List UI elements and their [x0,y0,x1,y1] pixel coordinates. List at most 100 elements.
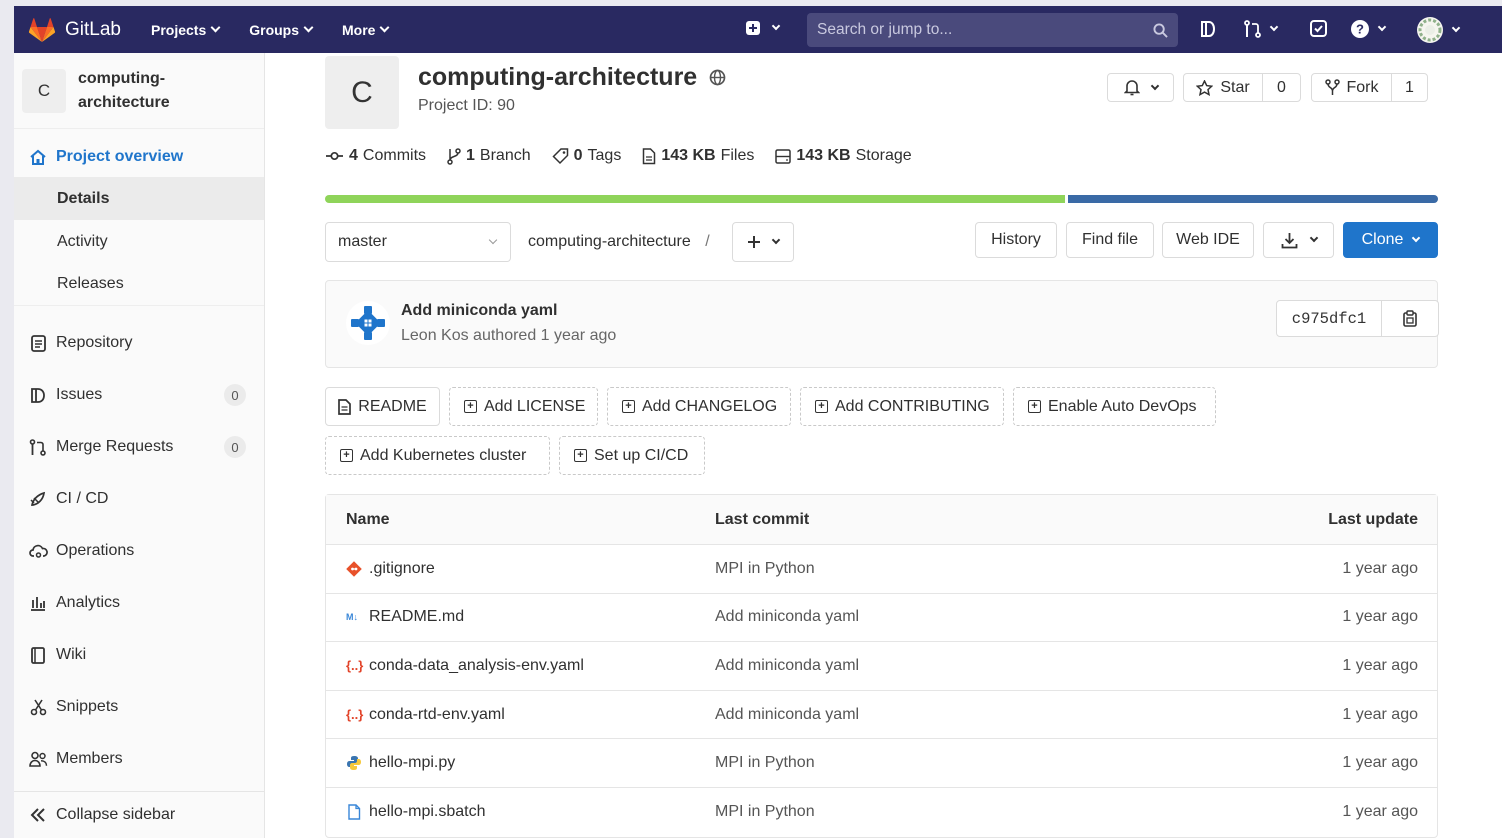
sidebar-project-header[interactable]: C computing- architecture [14,53,264,129]
add-license-label: Add LICENSE [484,397,586,415]
table-row[interactable]: .gitignore MPI in Python 1 year ago [326,545,1437,594]
todos-nav-button[interactable] [1310,20,1327,37]
download-dropdown[interactable] [1263,222,1334,258]
copy-clipboard-icon [1403,310,1417,327]
setup-ci-cd-button[interactable]: + Set up CI/CD [559,436,705,475]
more-menu-label: More [342,21,376,38]
file-last-commit[interactable]: Add miniconda yaml [696,706,1196,724]
file-name[interactable]: README.md [369,608,464,626]
add-to-tree-dropdown[interactable] [732,222,794,262]
sidebar-item-snippets[interactable]: Snippets [14,687,264,727]
sidebar-subitem-details[interactable]: Details [14,177,264,220]
language-segment-2[interactable] [1068,195,1438,203]
sidebar-item-repository[interactable]: Repository [14,323,264,363]
add-contributing-button[interactable]: + Add CONTRIBUTING [800,387,1004,426]
file-name[interactable]: hello-mpi.sbatch [369,803,486,821]
language-segment-1[interactable] [325,195,1066,203]
table-row[interactable]: {..} conda-rtd-env.yaml Add miniconda ya… [326,691,1437,740]
storage-label: Storage [855,147,912,164]
chevron-down-icon [1412,233,1421,243]
find-file-button[interactable]: Find file [1066,222,1154,258]
sidebar-item-project-overview[interactable]: Project overview [14,137,264,177]
chart-icon [28,593,48,613]
table-row[interactable]: {..} conda-data_analysis-env.yaml Add mi… [326,642,1437,691]
tags-stat[interactable]: 0 Tags [552,147,621,165]
scissors-icon [28,697,48,717]
sidebar-item-issues[interactable]: Issues 0 [14,375,264,415]
file-last-commit[interactable]: MPI in Python [696,754,1196,772]
sidebar-item-analytics[interactable]: Analytics [14,583,264,623]
clone-button[interactable]: Clone [1343,222,1438,258]
sidebar-item-merge-requests[interactable]: Merge Requests 0 [14,427,264,467]
groups-menu[interactable]: Groups [249,22,314,38]
plus-square-icon: + [815,400,828,413]
chevron-down-icon [210,22,221,33]
file-name[interactable]: conda-data_analysis-env.yaml [369,657,584,675]
bell-icon [1123,80,1140,96]
plus-square-icon: + [574,449,587,462]
commit-author-avatar[interactable] [345,300,391,346]
last-commit-message[interactable]: Add miniconda yaml [401,302,557,320]
files-stat[interactable]: 143 KB Files [642,147,754,165]
file-last-update: 1 year ago [1342,803,1418,821]
history-button[interactable]: History [975,222,1057,258]
storage-stat[interactable]: 143 KB Storage [775,147,912,165]
merge-request-icon [1244,20,1261,38]
commits-stat[interactable]: 4 Commits [325,147,426,165]
copy-sha-button[interactable] [1382,301,1438,336]
file-name[interactable]: .gitignore [369,560,435,578]
add-license-button[interactable]: + Add LICENSE [449,387,598,426]
web-ide-button[interactable]: Web IDE [1162,222,1254,258]
gitlab-home-link[interactable]: GitLab [28,6,121,53]
file-name[interactable]: conda-rtd-env.yaml [369,706,505,724]
svg-text:?: ? [1356,22,1364,37]
file-last-commit[interactable]: MPI in Python [696,803,1196,821]
breadcrumb-repo[interactable]: computing-architecture [528,233,691,250]
search-input[interactable]: Search or jump to... [807,13,1178,47]
commit-sha-group: c975dfc1 [1276,300,1439,337]
fork-button[interactable]: Fork [1312,74,1392,101]
user-menu[interactable] [1416,16,1461,44]
projects-menu[interactable]: Projects [150,21,221,38]
repository-languages-bar[interactable] [325,195,1438,203]
notification-dropdown[interactable] [1107,73,1174,102]
add-kubernetes-cluster-button[interactable]: + Add Kubernetes cluster [325,436,550,475]
star-count[interactable]: 0 [1263,74,1300,101]
projects-menu-label: Projects [150,21,207,38]
sidebar-item-ci-cd[interactable]: CI / CD [14,479,264,519]
sidebar-item-label: Analytics [56,594,121,611]
readme-button[interactable]: README [325,387,440,426]
help-menu[interactable]: ? [1350,19,1387,39]
table-row[interactable]: hello-mpi.sbatch MPI in Python 1 year ag… [326,788,1437,837]
star-button[interactable]: Star [1184,74,1263,101]
more-menu[interactable]: More [342,21,390,38]
merge-requests-nav-button[interactable] [1243,20,1279,38]
sidebar-subitem-label: Releases [57,275,124,292]
collapse-sidebar-button[interactable]: Collapse sidebar [14,791,264,838]
file-last-commit[interactable]: Add miniconda yaml [696,657,1196,675]
branch-selector[interactable]: master [325,222,511,262]
table-row[interactable]: hello-mpi.py MPI in Python 1 year ago [326,739,1437,788]
clone-label: Clone [1361,231,1404,248]
merge-request-icon [28,437,48,457]
sidebar-item-wiki[interactable]: Wiki [14,635,264,675]
plus-square-icon: + [1028,400,1041,413]
enable-auto-devops-label: Enable Auto DevOps [1048,397,1197,415]
sidebar-subitem-activity[interactable]: Activity [14,220,264,263]
enable-auto-devops-button[interactable]: + Enable Auto DevOps [1013,387,1216,426]
branch-stat[interactable]: 1 Branch [447,147,531,165]
sidebar-item-operations[interactable]: Operations [14,531,264,571]
add-changelog-button[interactable]: + Add CHANGELOG [607,387,791,426]
fork-count[interactable]: 1 [1392,74,1427,101]
sidebar-item-members[interactable]: Members [14,739,264,779]
sidebar-subitem-releases[interactable]: Releases [14,263,264,306]
file-last-commit[interactable]: MPI in Python [696,560,1196,578]
breadcrumb: computing-architecture / [528,233,710,251]
file-last-commit[interactable]: Add miniconda yaml [696,608,1196,626]
new-dropdown[interactable] [745,20,781,36]
project-avatar: C [325,56,399,129]
issues-nav-button[interactable] [1199,20,1217,38]
table-row[interactable]: M↓ README.md Add miniconda yaml 1 year a… [326,594,1437,643]
commit-sha[interactable]: c975dfc1 [1277,301,1382,336]
file-name[interactable]: hello-mpi.py [369,754,455,772]
